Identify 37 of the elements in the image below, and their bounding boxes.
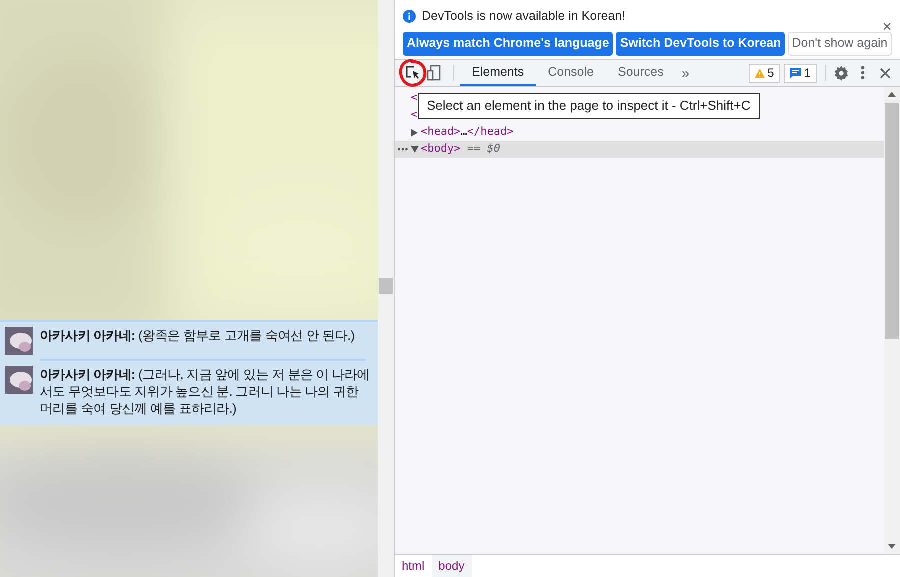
dom-line: < <box>411 107 418 124</box>
collapsed-arrow-icon[interactable] <box>411 128 418 136</box>
tooltip: Select an element in the page to inspect it - Ctrl+Shift+C <box>418 93 760 118</box>
warnings-badge[interactable]: 5 <box>748 64 780 82</box>
inspect-icon[interactable] <box>405 65 421 81</box>
avatar <box>5 366 33 394</box>
message-icon <box>790 68 802 78</box>
messages-badge[interactable]: 1 <box>784 64 817 82</box>
close-icon[interactable] <box>880 68 891 78</box>
dom-line: < <box>411 90 418 106</box>
info-icon <box>403 10 416 23</box>
expanded-arrow-icon[interactable] <box>411 146 419 153</box>
warning-icon <box>754 68 765 78</box>
more-icon[interactable] <box>398 148 408 151</box>
tab[interactable]: Sources <box>606 60 676 86</box>
settings-icon[interactable] <box>834 66 849 80</box>
scroll-down-icon[interactable] <box>888 544 896 549</box>
breadcrumb[interactable]: html <box>395 555 432 577</box>
warnings-count: 5 <box>768 65 774 82</box>
chat-message: 아카사키 아카네: (그러나, 지금 앞에 있는 저 분은 이 나라에서도 무엇보다도 지위가 높으신 분. 그러니 나는 나의 귀한 머리를 숙여 당신께 예를 표하리라.) <box>40 366 371 417</box>
messages-count: 1 <box>804 65 811 82</box>
device-icon[interactable] <box>427 65 441 81</box>
avatar <box>5 327 33 355</box>
infobar-button[interactable]: Don't show again <box>788 32 892 56</box>
scroll-up-icon[interactable] <box>888 92 896 97</box>
dom-node[interactable]: <body> == $0 <box>421 141 500 158</box>
infobar-button[interactable]: Switch DevTools to Korean <box>616 32 786 56</box>
info-message: DevTools is now available in Korean! <box>422 8 626 25</box>
infobar-button[interactable]: Always match Chrome's language <box>403 32 614 56</box>
menu-icon[interactable] <box>861 66 865 80</box>
scroll-thumb[interactable] <box>885 103 899 339</box>
breadcrumb[interactable]: body <box>432 555 472 577</box>
dom-node[interactable]: <head>…</head> <box>421 124 514 141</box>
tab[interactable]: Console <box>536 60 606 86</box>
chat-message: 아카사키 아카네: (왕족은 함부로 고개를 숙여선 안 된다.) <box>40 327 356 345</box>
more-tabs-button[interactable]: » <box>682 62 690 84</box>
scroll-thumb[interactable] <box>379 278 393 294</box>
